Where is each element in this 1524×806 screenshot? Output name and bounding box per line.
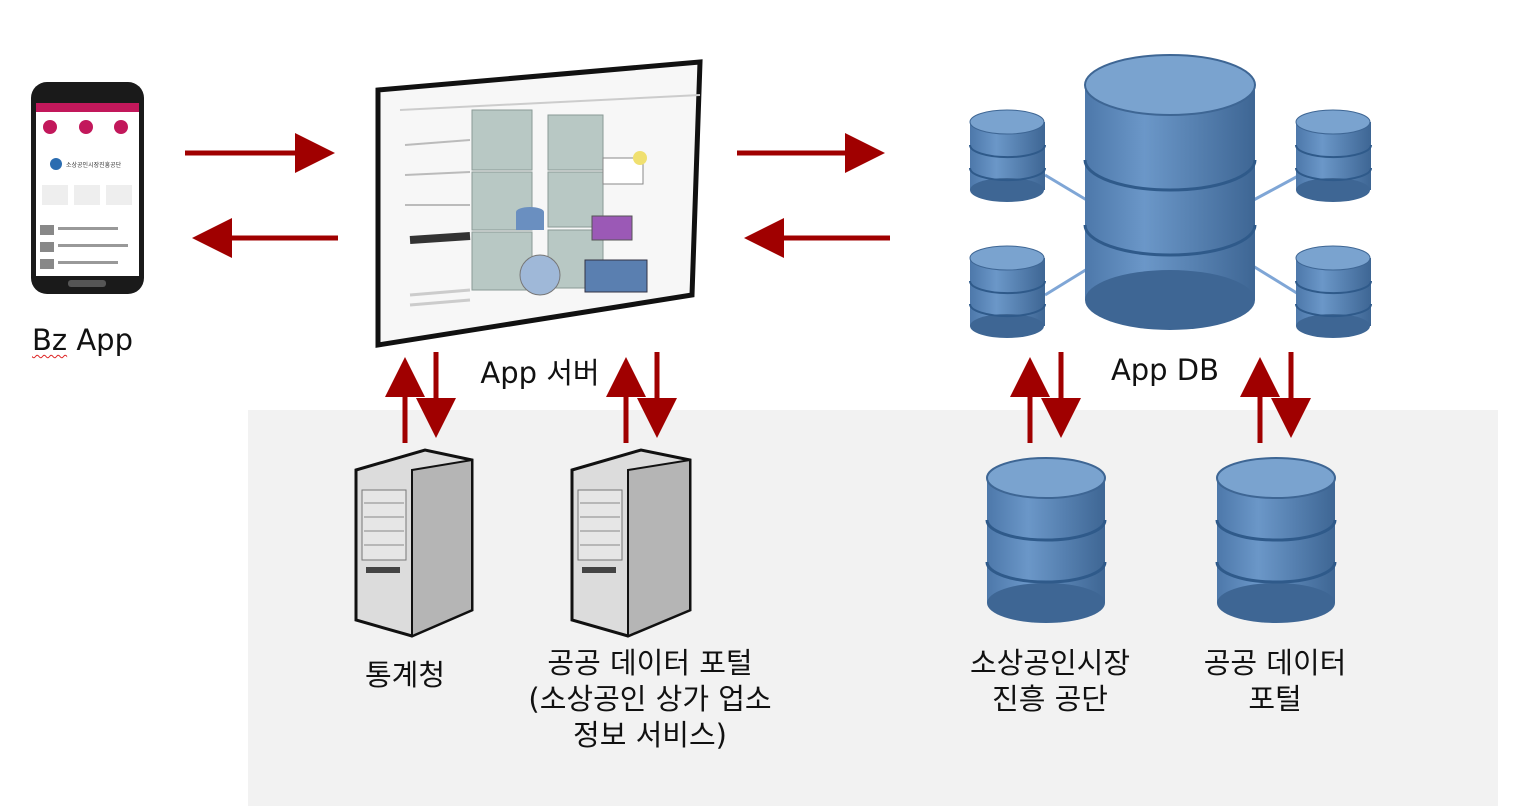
label-bz-app-suffix: App <box>67 323 133 357</box>
label-public-data-portal: 공공 데이터 포털 <box>1203 646 1347 716</box>
label-semas: 소상공인시장 진흥 공단 <box>969 646 1131 716</box>
label-public-data-portal-stores: 공공 데이터 포털 (소상공인 상가 업소 정보 서비스) <box>528 646 772 752</box>
app-server-icon <box>375 59 703 348</box>
label-statistics-korea: 통계청 <box>364 658 446 692</box>
phone-brand-text: 소상공인시장진흥공단 <box>66 161 122 169</box>
app-db-cluster-icon <box>969 54 1372 338</box>
label-bz-app: Bz App <box>20 322 162 358</box>
public-data-portal-server-icon <box>570 448 692 638</box>
smartphone-icon: 소상공인시장진흥공단 <box>31 82 144 294</box>
public-data-db-icon <box>1215 457 1337 623</box>
label-app-db: App DB <box>1110 353 1220 387</box>
label-bz-app-prefix: Bz <box>32 323 68 357</box>
semas-db-icon <box>985 457 1107 623</box>
label-app-server: App 서버 <box>480 356 600 390</box>
statistics-server-icon <box>354 448 474 638</box>
